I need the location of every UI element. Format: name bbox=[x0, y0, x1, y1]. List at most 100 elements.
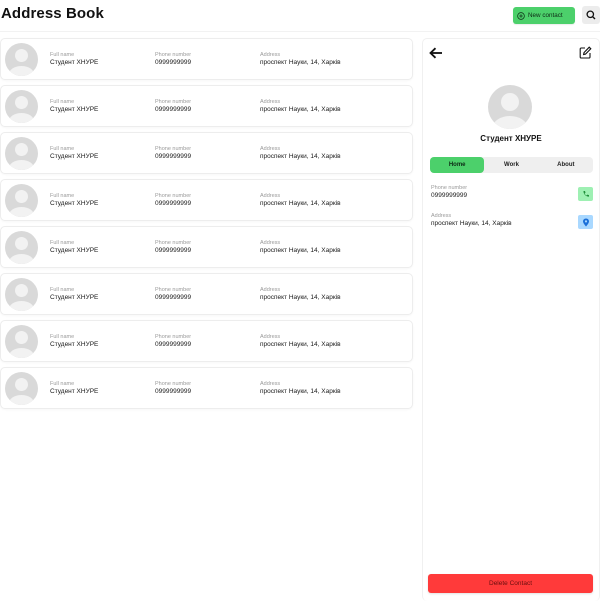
address-label: Address bbox=[260, 287, 281, 293]
avatar-body bbox=[9, 254, 34, 264]
address-label: Address bbox=[260, 240, 281, 246]
new-contact-button[interactable]: New contact bbox=[513, 7, 575, 24]
tab-about[interactable]: About bbox=[539, 157, 593, 173]
address-value: проспект Науки, 14, Харків bbox=[260, 247, 341, 254]
full-name-label: Full name bbox=[50, 240, 75, 246]
address-field: Address проспект Науки, 14, Харків bbox=[260, 240, 341, 255]
detail-address-value: проспект Науки, 14, Харків bbox=[431, 220, 512, 227]
contact-card[interactable]: Full name Студент ХНУРЕ Phone number 099… bbox=[0, 132, 413, 174]
full-name-label: Full name bbox=[50, 287, 75, 293]
address-field: Address проспект Науки, 14, Харків bbox=[260, 193, 341, 208]
phone-label: Phone number bbox=[155, 240, 192, 246]
address-field: Address проспект Науки, 14, Харків bbox=[260, 52, 341, 67]
full-name-value: Студент ХНУРЕ bbox=[50, 59, 99, 66]
address-field: Address проспект Науки, 14, Харків bbox=[260, 146, 341, 161]
contact-card[interactable]: Full name Студент ХНУРЕ Phone number 099… bbox=[0, 273, 413, 315]
detail-phone-row: Phone number 0999999999 bbox=[431, 185, 593, 203]
avatar-head bbox=[15, 143, 28, 156]
full-name-value: Студент ХНУРЕ bbox=[50, 106, 99, 113]
phone-value: 0999999999 bbox=[155, 200, 192, 207]
phone-field: Phone number 0999999999 bbox=[155, 381, 191, 396]
full-name-label: Full name bbox=[50, 146, 75, 152]
address-field: Address проспект Науки, 14, Харків bbox=[260, 334, 341, 349]
tab-home[interactable]: Home bbox=[430, 157, 485, 173]
full-name-label: Full name bbox=[50, 99, 75, 105]
call-button[interactable] bbox=[578, 187, 593, 201]
full-name-value: Студент ХНУРЕ bbox=[50, 341, 99, 348]
address-label: Address bbox=[260, 334, 281, 340]
full-name-field: Full name Студент ХНУРЕ bbox=[50, 146, 98, 161]
phone-field: Phone number 0999999999 bbox=[155, 193, 191, 208]
full-name-value: Студент ХНУРЕ bbox=[50, 388, 99, 395]
map-button[interactable] bbox=[578, 215, 593, 229]
full-name-label: Full name bbox=[50, 52, 75, 58]
edit-icon[interactable] bbox=[579, 46, 592, 59]
delete-contact-button[interactable]: Delete Contact bbox=[428, 574, 593, 593]
avatar-body bbox=[9, 395, 34, 405]
avatar-head bbox=[15, 237, 28, 250]
address-field: Address проспект Науки, 14, Харків bbox=[260, 287, 341, 302]
contact-card[interactable]: Full name Студент ХНУРЕ Phone number 099… bbox=[0, 320, 413, 362]
back-arrow-icon[interactable] bbox=[429, 47, 443, 59]
phone-value: 0999999999 bbox=[155, 247, 192, 254]
avatar-body bbox=[9, 160, 34, 170]
detail-address-label: Address bbox=[431, 213, 452, 219]
phone-field: Phone number 0999999999 bbox=[155, 334, 191, 349]
full-name-field: Full name Студент ХНУРЕ bbox=[50, 381, 98, 396]
address-label: Address bbox=[260, 99, 281, 105]
address-label: Address bbox=[260, 381, 281, 387]
avatar bbox=[5, 90, 38, 123]
search-icon bbox=[586, 10, 596, 20]
full-name-field: Full name Студент ХНУРЕ bbox=[50, 52, 98, 67]
avatar-head bbox=[15, 284, 28, 297]
phone-icon bbox=[582, 191, 589, 197]
address-field: Address проспект Науки, 14, Харків bbox=[260, 99, 341, 114]
detail-avatar bbox=[488, 85, 532, 129]
address-value: проспект Науки, 14, Харків bbox=[260, 59, 341, 66]
avatar bbox=[5, 231, 38, 264]
address-field: Address проспект Науки, 14, Харків bbox=[260, 381, 341, 396]
detail-phone-value: 0999999999 bbox=[431, 192, 468, 199]
phone-value: 0999999999 bbox=[155, 294, 192, 301]
contact-card[interactable]: Full name Студент ХНУРЕ Phone number 099… bbox=[0, 226, 413, 268]
address-value: проспект Науки, 14, Харків bbox=[260, 341, 341, 348]
header-divider bbox=[0, 31, 600, 32]
contact-card[interactable]: Full name Студент ХНУРЕ Phone number 099… bbox=[0, 179, 413, 221]
phone-field: Phone number 0999999999 bbox=[155, 240, 191, 255]
phone-label: Phone number bbox=[155, 334, 192, 340]
contact-card[interactable]: Full name Студент ХНУРЕ Phone number 099… bbox=[0, 38, 413, 80]
full-name-field: Full name Студент ХНУРЕ bbox=[50, 334, 98, 349]
phone-value: 0999999999 bbox=[155, 153, 192, 160]
contact-card[interactable]: Full name Студент ХНУРЕ Phone number 099… bbox=[0, 85, 413, 127]
avatar bbox=[5, 43, 38, 76]
avatar-head bbox=[15, 49, 28, 62]
address-label: Address bbox=[260, 193, 281, 199]
full-name-field: Full name Студент ХНУРЕ bbox=[50, 240, 98, 255]
avatar-body bbox=[9, 113, 34, 123]
full-name-field: Full name Студент ХНУРЕ bbox=[50, 99, 98, 114]
full-name-label: Full name bbox=[50, 381, 75, 387]
contact-card[interactable]: Full name Студент ХНУРЕ Phone number 099… bbox=[0, 367, 413, 409]
phone-field: Phone number 0999999999 bbox=[155, 99, 191, 114]
avatar-head bbox=[15, 378, 28, 391]
avatar bbox=[5, 184, 38, 217]
page-title: Address Book bbox=[1, 5, 104, 22]
map-pin-icon bbox=[582, 218, 589, 226]
contact-detail-panel: Студент ХНУРЕ Home Work About Phone numb… bbox=[422, 38, 600, 601]
tab-work[interactable]: Work bbox=[484, 157, 538, 173]
phone-value: 0999999999 bbox=[155, 59, 192, 66]
avatar bbox=[5, 325, 38, 358]
search-button[interactable] bbox=[582, 6, 600, 24]
phone-label: Phone number bbox=[155, 381, 192, 387]
phone-field: Phone number 0999999999 bbox=[155, 52, 191, 67]
full-name-value: Студент ХНУРЕ bbox=[50, 153, 99, 160]
detail-name: Студент ХНУРЕ bbox=[480, 134, 542, 143]
full-name-label: Full name bbox=[50, 193, 75, 199]
phone-field: Phone number 0999999999 bbox=[155, 146, 191, 161]
full-name-value: Студент ХНУРЕ bbox=[50, 294, 99, 301]
avatar bbox=[5, 372, 38, 405]
detail-address-row: Address проспект Науки, 14, Харків bbox=[431, 213, 593, 231]
phone-value: 0999999999 bbox=[155, 388, 192, 395]
avatar-body bbox=[9, 348, 34, 358]
phone-label: Phone number bbox=[155, 287, 192, 293]
